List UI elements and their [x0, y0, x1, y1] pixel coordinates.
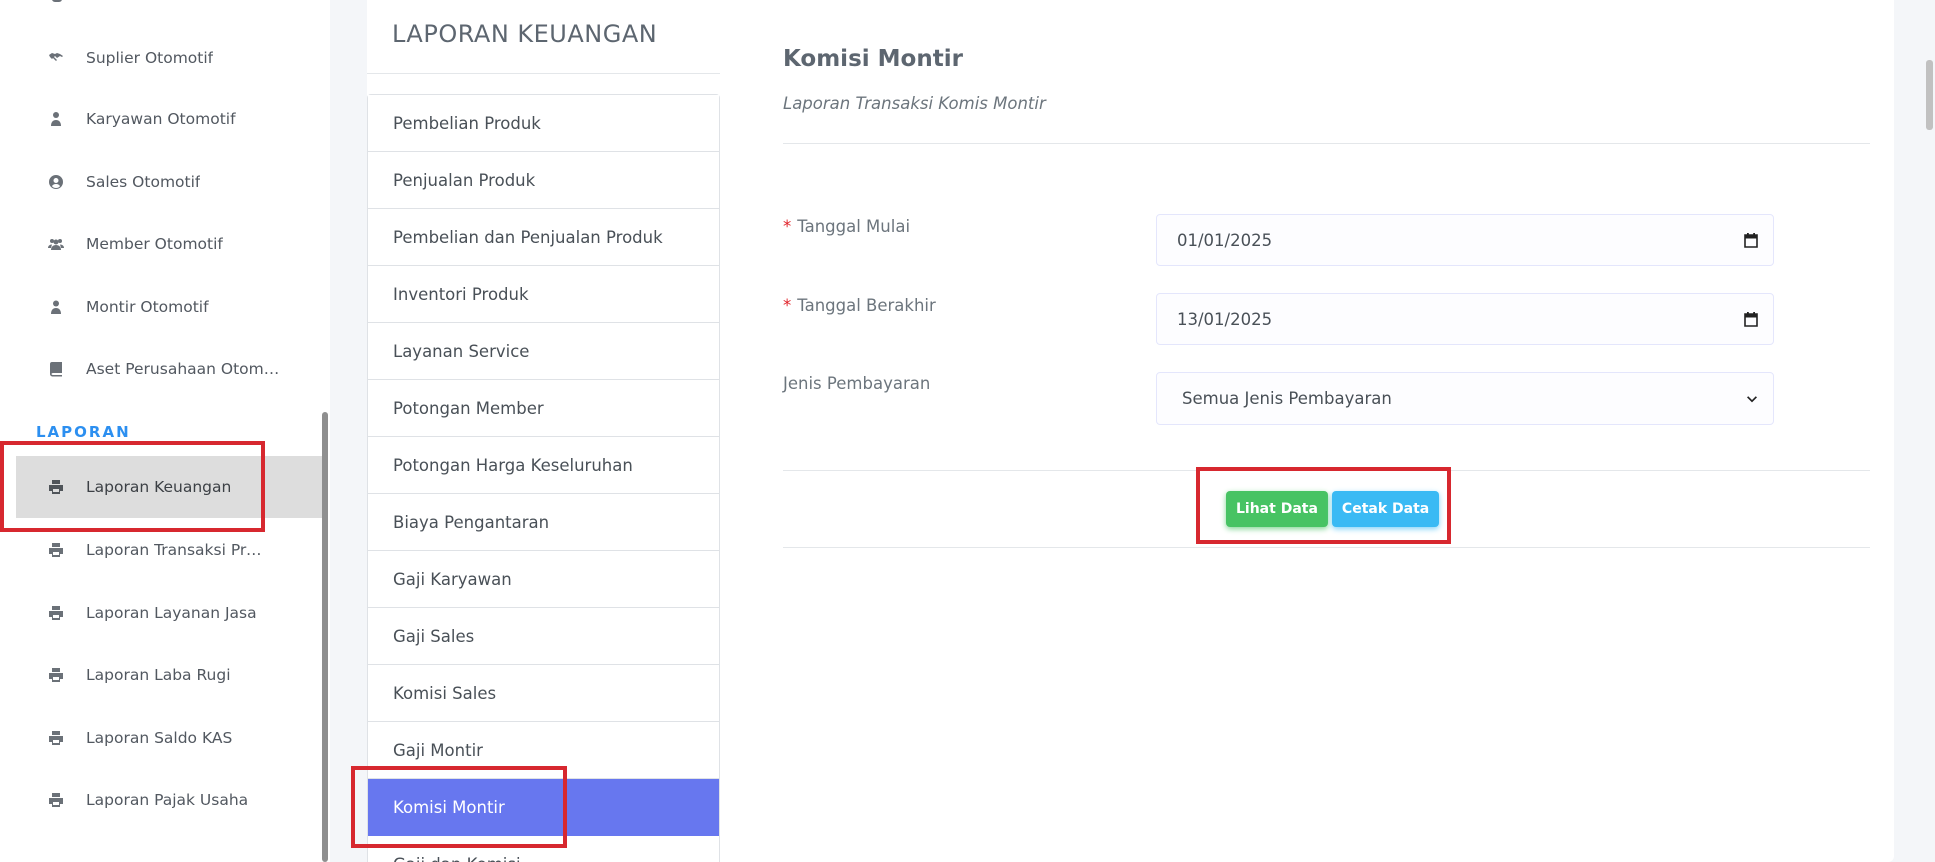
- start-date-value: 01/01/2025: [1177, 230, 1273, 250]
- payment-type-label: Jenis Pembayaran: [783, 374, 931, 393]
- user-tie-icon: [47, 110, 65, 128]
- sidebar-item-label: Suplier Otomotif: [86, 49, 214, 67]
- report-menu-list: Pembelian Produk Penjualan Produk Pembel…: [367, 94, 720, 862]
- report-menu-item[interactable]: Layanan Service: [368, 323, 719, 380]
- calendar-icon[interactable]: [1743, 311, 1759, 327]
- user-icon: [47, 298, 65, 316]
- report-menu-item[interactable]: Gaji dan Komisi: [368, 836, 719, 862]
- action-buttons: Lihat Data Cetak Data: [1226, 491, 1440, 527]
- sidebar-item-sales[interactable]: Sales Otomotif: [16, 151, 322, 213]
- end-date-label: * Tanggal Berakhir: [783, 296, 936, 315]
- report-menu-item[interactable]: Pembelian dan Penjualan Produk: [368, 209, 719, 266]
- print-icon: [47, 541, 65, 559]
- report-menu-item[interactable]: Penjualan Produk: [368, 152, 719, 209]
- user-circle-icon: [47, 173, 65, 191]
- report-content: Komisi Montir Laporan Transaksi Komis Mo…: [783, 0, 1870, 862]
- sidebar-scrollbar[interactable]: [322, 412, 328, 862]
- sidebar: Suplier Otomotif Karyawan Otomotif Sales…: [0, 0, 330, 862]
- sidebar-item-laporan-laba-rugi[interactable]: Laporan Laba Rugi: [16, 644, 322, 706]
- report-menu-item[interactable]: Potongan Harga Keseluruhan: [368, 437, 719, 494]
- report-menu-item[interactable]: Inventori Produk: [368, 266, 719, 323]
- chevron-down-icon: [1747, 395, 1757, 402]
- sidebar-item-suplier[interactable]: Suplier Otomotif: [16, 27, 322, 89]
- end-date-input[interactable]: 13/01/2025: [1156, 293, 1774, 345]
- sidebar-item-label: Laporan Laba Rugi: [86, 666, 231, 684]
- handshake-icon: [47, 49, 65, 67]
- sidebar-item-laporan-saldo[interactable]: Laporan Saldo KAS: [16, 707, 322, 769]
- report-menu-item-active[interactable]: Komisi Montir: [368, 779, 719, 836]
- start-date-label: * Tanggal Mulai: [783, 217, 910, 236]
- report-menu-item[interactable]: Komisi Sales: [368, 665, 719, 722]
- sidebar-item-label: Aset Perusahaan Otomotif: [86, 360, 286, 378]
- sidebar-item-montir[interactable]: Montir Otomotif: [16, 276, 322, 338]
- report-menu-title: LAPORAN KEUANGAN: [392, 20, 658, 48]
- report-menu-item[interactable]: Gaji Karyawan: [368, 551, 719, 608]
- print-icon: [47, 604, 65, 622]
- start-date-label-text: Tanggal Mulai: [797, 217, 911, 236]
- sidebar-item-laporan-pajak[interactable]: Laporan Pajak Usaha: [16, 769, 322, 831]
- sidebar-item-laporan-layanan[interactable]: Laporan Layanan Jasa: [16, 582, 322, 644]
- report-menu-item[interactable]: Biaya Pengantaran: [368, 494, 719, 551]
- sidebar-item-karyawan[interactable]: Karyawan Otomotif: [16, 88, 322, 150]
- sidebar-section-laporan: LAPORAN: [36, 423, 131, 441]
- print-icon: [47, 478, 65, 496]
- report-menu-item[interactable]: Gaji Sales: [368, 608, 719, 665]
- print-icon: [47, 791, 65, 809]
- report-card: LAPORAN KEUANGAN Pembelian Produk Penjua…: [367, 0, 1894, 862]
- sidebar-item-laporan-keuangan[interactable]: Laporan Keuangan: [16, 456, 322, 518]
- page-title: Komisi Montir: [783, 46, 963, 72]
- payment-type-select[interactable]: Semua Jenis Pembayaran: [1156, 372, 1774, 425]
- sidebar-item-label: Laporan Transaksi Produk: [86, 541, 262, 559]
- sidebar-item-label: Member Otomotif: [86, 235, 223, 253]
- book-icon: [47, 360, 65, 378]
- view-data-button[interactable]: Lihat Data: [1226, 491, 1328, 527]
- sidebar-item-label: Laporan Keuangan: [86, 478, 232, 496]
- partial-icon: [52, 0, 62, 2]
- divider: [367, 73, 720, 74]
- end-date-value: 13/01/2025: [1177, 309, 1273, 329]
- divider: [783, 143, 1870, 144]
- print-data-button[interactable]: Cetak Data: [1331, 491, 1440, 527]
- sidebar-item-label: Sales Otomotif: [86, 173, 201, 191]
- sidebar-item-label: Laporan Saldo KAS: [86, 729, 233, 747]
- start-date-input[interactable]: 01/01/2025: [1156, 214, 1774, 266]
- page-scrollbar[interactable]: [1926, 60, 1933, 130]
- sidebar-item-member[interactable]: Member Otomotif: [16, 213, 322, 275]
- sidebar-item-label: Laporan Layanan Jasa: [86, 604, 257, 622]
- sidebar-item-aset[interactable]: Aset Perusahaan Otomotif: [16, 338, 322, 400]
- page-subtitle: Laporan Transaksi Komis Montir: [783, 94, 1046, 113]
- calendar-icon[interactable]: [1743, 232, 1759, 248]
- required-marker: *: [783, 296, 792, 315]
- required-marker: *: [783, 217, 792, 236]
- sidebar-item-label: Montir Otomotif: [86, 298, 209, 316]
- payment-type-value: Semua Jenis Pembayaran: [1182, 389, 1392, 408]
- sidebar-item-label: Karyawan Otomotif: [86, 110, 236, 128]
- divider: [783, 547, 1870, 548]
- users-icon: [47, 235, 65, 253]
- report-menu-item[interactable]: Gaji Montir: [368, 722, 719, 779]
- sidebar-item-label: Laporan Pajak Usaha: [86, 791, 249, 809]
- end-date-label-text: Tanggal Berakhir: [797, 296, 936, 315]
- divider: [783, 470, 1870, 471]
- report-menu-item[interactable]: Pembelian Produk: [368, 95, 719, 152]
- sidebar-item-laporan-transaksi[interactable]: Laporan Transaksi Produk: [16, 519, 322, 581]
- print-icon: [47, 666, 65, 684]
- print-icon: [47, 729, 65, 747]
- report-menu-item[interactable]: Potongan Member: [368, 380, 719, 437]
- report-menu-panel: LAPORAN KEUANGAN Pembelian Produk Penjua…: [367, 0, 720, 862]
